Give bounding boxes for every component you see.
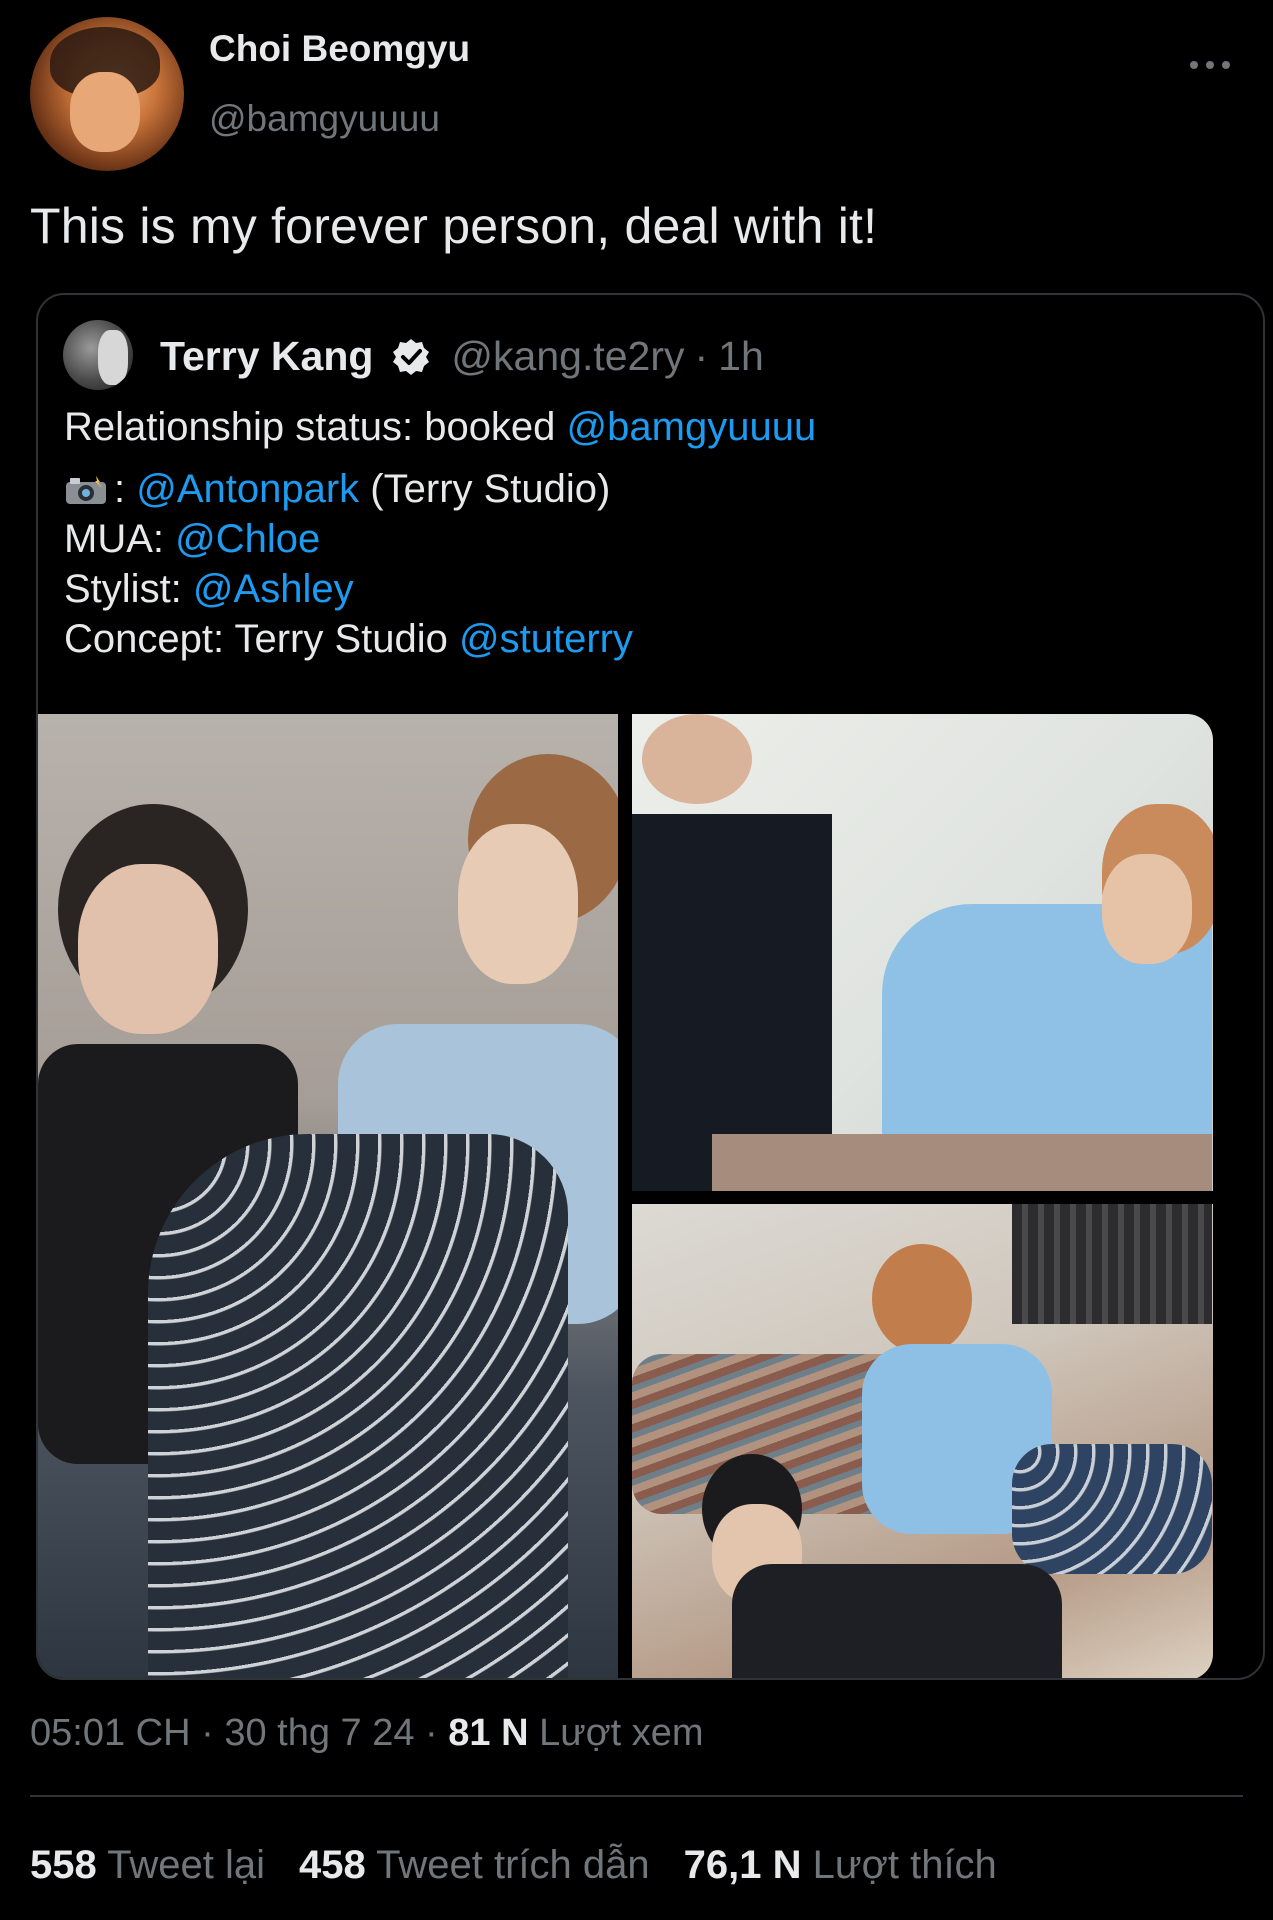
likes-count: 76,1 N xyxy=(683,1843,802,1887)
retweets-label: Tweet lại xyxy=(96,1843,265,1887)
likes-link[interactable]: 76,1 N Lượt thích xyxy=(684,1843,997,1887)
quoted-tweet-card[interactable]: Terry Kang @kang.te2ry · 1h Relationship… xyxy=(36,293,1265,1680)
photo-1[interactable] xyxy=(38,714,618,1678)
verified-badge-icon xyxy=(393,338,430,375)
line-text: Concept: Terry Studio xyxy=(64,617,460,661)
author-name[interactable]: Choi Beomgyu xyxy=(209,28,470,70)
quoted-line-stylist: Stylist: @Ashley xyxy=(64,567,354,612)
quoted-author-avatar[interactable] xyxy=(63,320,133,390)
quoted-line-photographer: : @Antonpark (Terry Studio) xyxy=(64,467,610,512)
tweet-time[interactable]: 05:01 CH xyxy=(30,1712,191,1754)
avatar-face xyxy=(70,72,140,152)
mention-link[interactable]: @Antonpark xyxy=(136,467,359,511)
more-dot xyxy=(1190,61,1198,69)
photo-figure xyxy=(872,1244,972,1354)
likes-label: Lượt thích xyxy=(801,1843,997,1887)
quoted-line-concept: Concept: Terry Studio @stuterry xyxy=(64,617,633,662)
media-grid xyxy=(38,714,1213,1678)
line-text: MUA: xyxy=(64,517,176,561)
quotes-link[interactable]: 458 Tweet trích dẫn xyxy=(299,1843,650,1887)
photo-figure xyxy=(1012,1204,1212,1324)
quotes-label: Tweet trích dẫn xyxy=(365,1843,650,1887)
engagement-counts: 558 Tweet lại 458 Tweet trích dẫn 76,1 N L… xyxy=(30,1843,997,1888)
photo-figure xyxy=(712,1134,1212,1191)
quoted-tweet-header: Terry Kang @kang.te2ry · 1h xyxy=(160,333,764,380)
more-dot xyxy=(1206,61,1214,69)
author-avatar[interactable] xyxy=(30,17,184,171)
camera-flash-icon xyxy=(66,476,106,504)
author-handle[interactable]: @bamgyuuuu xyxy=(209,98,440,140)
divider xyxy=(30,1795,1243,1797)
line-text: Stylist: xyxy=(64,567,193,611)
views-label: Lượt xem xyxy=(528,1712,704,1754)
photo-figure xyxy=(1102,854,1192,964)
tweet-meta: 05:01 CH · 30 thg 7 24 · 81 N Lượt xem xyxy=(30,1712,704,1755)
header-separator: · xyxy=(694,333,709,379)
photo-2[interactable] xyxy=(632,714,1213,1191)
mention-link[interactable]: @Ashley xyxy=(193,567,354,611)
photo-figure xyxy=(458,824,578,984)
quoted-line-mua: MUA: @Chloe xyxy=(64,517,320,562)
quotes-count: 458 xyxy=(299,1843,366,1887)
tweet-date[interactable]: 30 thg 7 24 xyxy=(224,1712,414,1754)
quoted-line-relationship: Relationship status: booked @bamgyuuuu xyxy=(64,405,816,450)
meta-separator: · xyxy=(414,1712,449,1754)
mention-link[interactable]: @stuterry xyxy=(459,617,633,661)
avatar-hand xyxy=(98,330,128,385)
quoted-author-handle[interactable]: @kang.te2ry xyxy=(451,333,684,380)
photo-figure xyxy=(78,864,218,1034)
line-text: Relationship status: booked xyxy=(64,405,567,449)
photo-figure xyxy=(732,1564,1062,1678)
more-dot xyxy=(1222,61,1230,69)
quoted-author-name[interactable]: Terry Kang xyxy=(160,333,373,380)
mention-link[interactable]: @Chloe xyxy=(175,517,320,561)
photo-figure xyxy=(148,1134,568,1678)
line-text: : xyxy=(114,467,137,511)
views-count: 81 N xyxy=(448,1712,529,1754)
mention-link[interactable]: @bamgyuuuu xyxy=(567,405,817,449)
meta-separator: · xyxy=(190,1712,225,1754)
tweet-text: This is my forever person, deal with it! xyxy=(30,198,878,254)
quoted-tweet-time[interactable]: 1h xyxy=(718,333,764,380)
photo-figure xyxy=(1012,1444,1212,1574)
more-options-icon[interactable] xyxy=(1190,45,1230,85)
photo-3[interactable] xyxy=(632,1204,1213,1678)
photo-figure xyxy=(642,714,752,804)
retweets-link[interactable]: 558 Tweet lại xyxy=(30,1843,265,1887)
retweets-count: 558 xyxy=(30,1843,97,1887)
line-text: (Terry Studio) xyxy=(359,467,611,511)
